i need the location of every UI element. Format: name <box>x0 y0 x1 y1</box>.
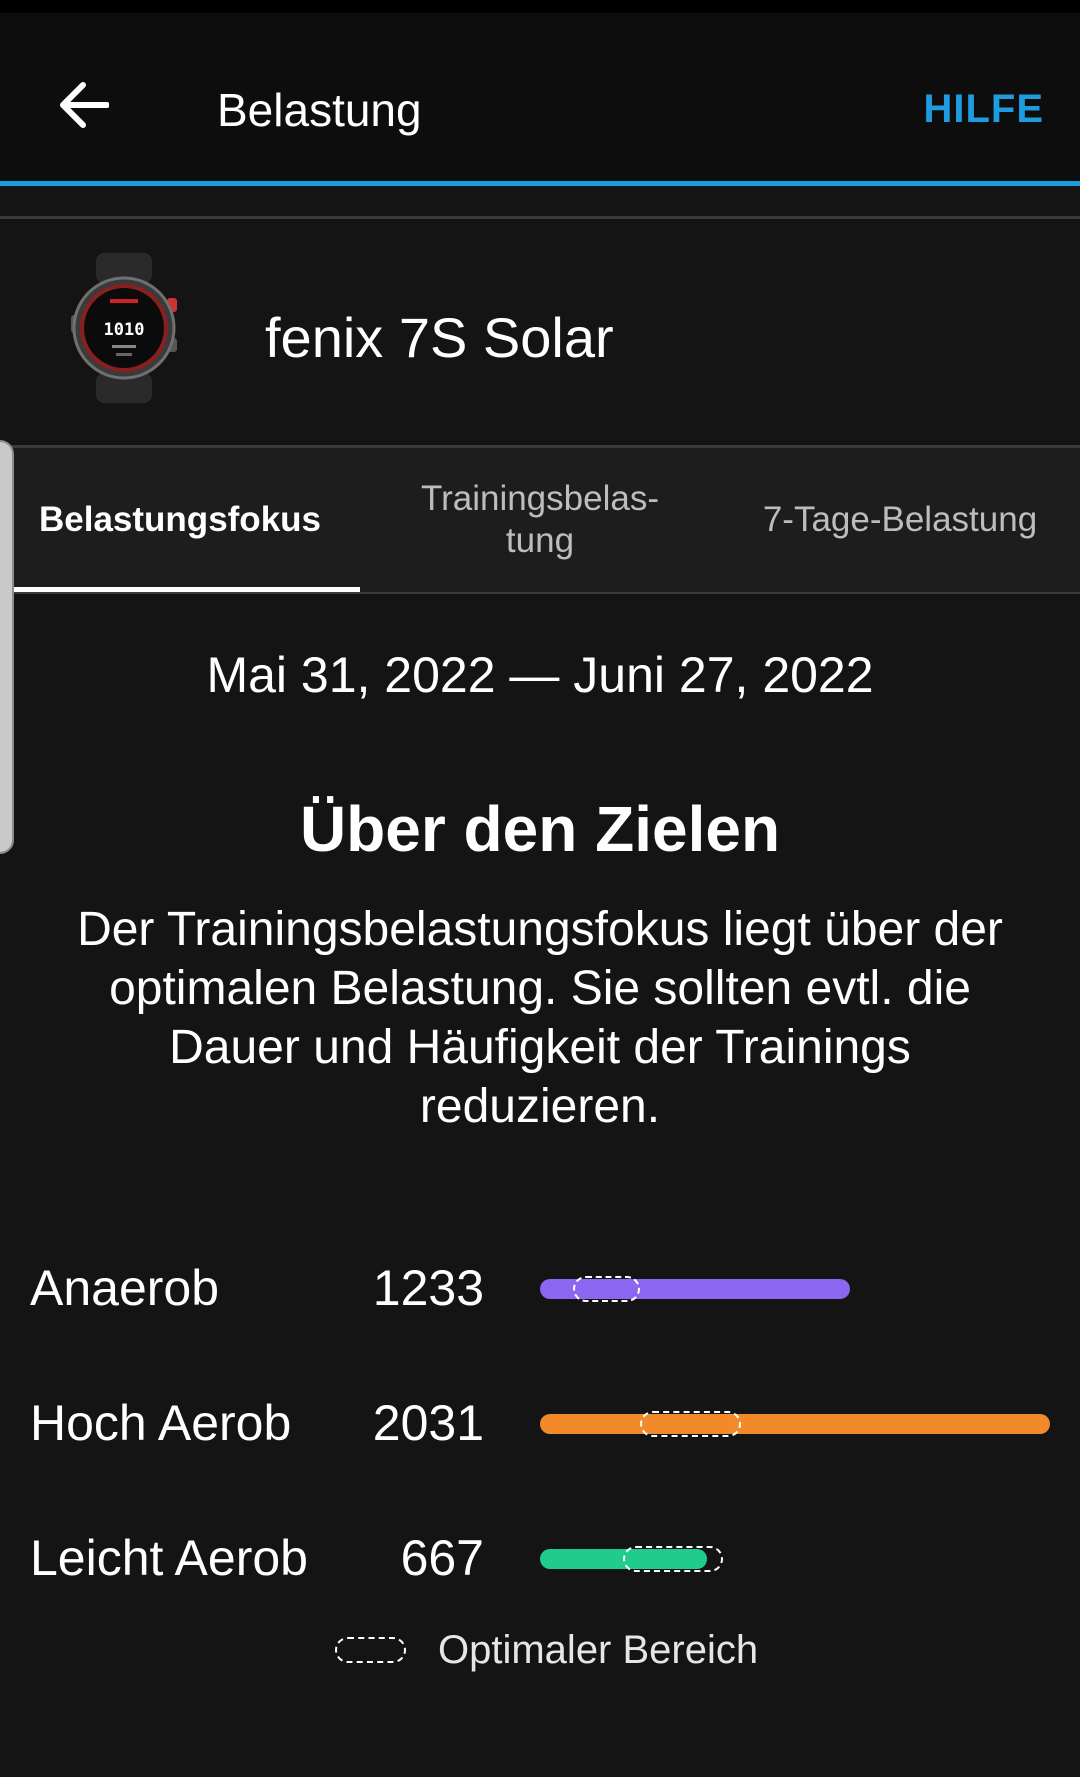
appbar-accent-line <box>0 181 1080 186</box>
legend: Optimaler Bereich <box>0 1620 1080 1680</box>
help-button[interactable]: HILFE <box>923 87 1044 132</box>
chart-row: Anaerob 1233 <box>0 1248 1080 1328</box>
chart-row: Leicht Aerob 667 <box>0 1518 1080 1598</box>
page-title: Belastung <box>217 84 422 136</box>
watch-image: 1010 <box>71 253 177 403</box>
category-label: Leicht Aerob <box>30 1530 308 1586</box>
optimal-range-marker <box>572 1276 641 1302</box>
tab-label: Belastungsfokus <box>39 500 321 539</box>
legend-label: Optimaler Bereich <box>438 1628 759 1672</box>
status-heading: Über den Zielen <box>299 793 781 865</box>
load-bar <box>540 1414 1050 1434</box>
tab-label: 7-Tage-Belastung <box>762 500 1038 539</box>
status-description: Der Trainingsbelastungsfokus liegt über … <box>77 903 1003 1133</box>
tab-7-tage-belastung[interactable]: 7-Tage-Belastung <box>720 448 1080 592</box>
category-label: Anaerob <box>30 1260 220 1316</box>
tab-trainingsbelastung[interactable]: Trainingsbelas- tung <box>360 448 720 592</box>
value-label: 667 <box>400 1530 484 1586</box>
value-label: 1233 <box>372 1260 484 1316</box>
tab-bar: Belastungsfokus Trainingsbelas- tung 7-T… <box>0 448 1080 592</box>
optimal-range-swatch <box>335 1637 406 1663</box>
back-button[interactable] <box>52 73 116 137</box>
app-bar: Belastung HILFE <box>0 13 1080 181</box>
date-range: Mai 31, 2022 — Juni 27, 2022 <box>206 647 874 703</box>
tab-belastungsfokus[interactable]: Belastungsfokus <box>0 448 360 592</box>
status-bar <box>0 0 1080 13</box>
divider <box>0 592 1080 594</box>
arrow-left-icon <box>60 82 109 128</box>
optimal-range-marker <box>622 1546 724 1572</box>
chart-row: Hoch Aerob 2031 <box>0 1383 1080 1463</box>
tab-label: Trainingsbelas- tung <box>421 479 659 560</box>
category-label: Hoch Aerob <box>30 1395 292 1451</box>
device-name: fenix 7S Solar <box>265 306 614 369</box>
value-label: 2031 <box>372 1395 484 1451</box>
watch-time-text: 1010 <box>104 320 145 340</box>
optimal-range-marker <box>640 1411 741 1437</box>
device-row[interactable]: 1010 fenix 7S Solar <box>0 219 1080 445</box>
